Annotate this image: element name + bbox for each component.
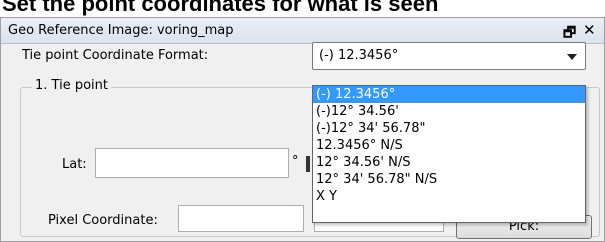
dropdown-option-dms-ns[interactable]: 12° 34' 56.78" N/S [313,171,585,188]
clipped-field-edge [306,156,310,172]
cropped-heading-text: Set the point coordinates for what is se… [2,0,439,16]
pixel-x-input[interactable] [178,205,304,232]
tie-point-group-title: 1. Tie point [32,78,111,93]
dropdown-option-decimal-ns[interactable]: 12.3456° N/S [313,137,585,154]
dropdown-option-dm-ns[interactable]: 12° 34.56' N/S [313,154,585,171]
lat-degree-symbol: ° [292,154,299,169]
lat-label: Lat: [62,157,87,172]
close-icon[interactable]: ✕ [583,21,596,39]
dialog-titlebar: Geo Reference Image: voring_map 🗗 ✕ [1,18,604,44]
dropdown-option-dms-signed[interactable]: (-)12° 34' 56.78" [313,120,585,137]
coordinate-format-dropdown: (-) 12.3456° (-)12° 34.56' (-)12° 34' 56… [312,85,586,223]
coordinate-format-label: Tie point Coordinate Format: [22,48,209,63]
dropdown-option-decimal-signed[interactable]: (-) 12.3456° [313,86,585,103]
cropped-heading-strip: Set the point coordinates for what is se… [0,0,605,17]
dialog-title: Geo Reference Image: voring_map [8,23,234,38]
dropdown-option-xy[interactable]: X Y [313,188,585,205]
coordinate-format-select[interactable]: (-) 12.3456° [312,42,586,70]
dropdown-option-dm-signed[interactable]: (-)12° 34.56' [313,103,585,120]
coordinate-format-value: (-) 12.3456° [319,48,399,63]
chevron-down-icon[interactable] [567,54,577,60]
lat-input[interactable] [95,148,289,178]
pixel-coordinate-label: Pixel Coordinate: [48,213,158,228]
